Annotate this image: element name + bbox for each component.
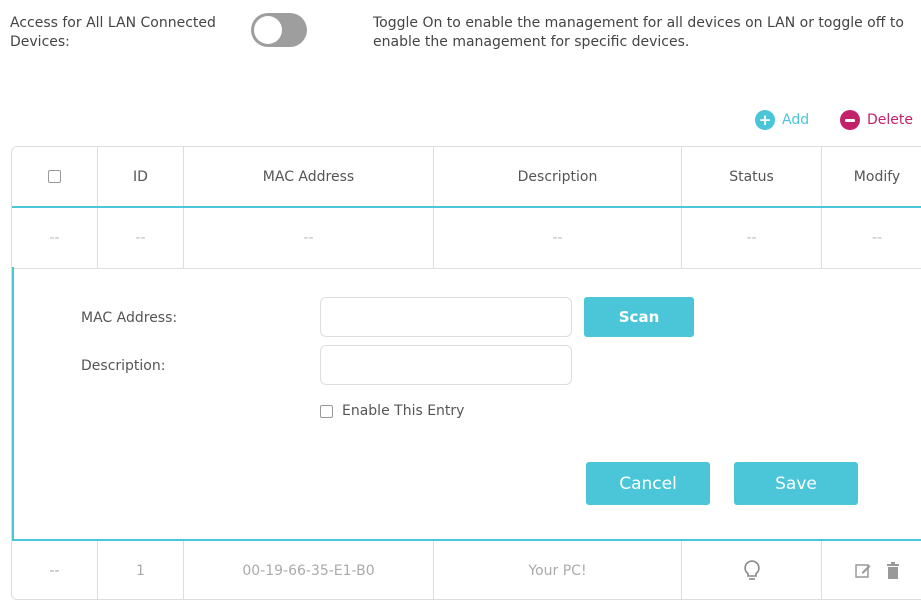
row-mac: 00-19-66-35-E1-B0 [184, 541, 434, 599]
save-button[interactable]: Save [734, 462, 858, 505]
trash-icon[interactable] [886, 562, 900, 580]
add-label: Add [782, 112, 810, 128]
table-cell: -- [434, 208, 682, 268]
enable-entry-label: Enable This Entry [342, 403, 465, 419]
bulb-icon [743, 559, 761, 583]
delete-button[interactable]: Delete [840, 110, 913, 130]
column-header: Status [682, 147, 822, 206]
enable-entry-checkbox[interactable] [320, 404, 333, 418]
select-all-cell [12, 147, 98, 206]
description-label: Description: [81, 358, 166, 374]
column-header: ID [98, 147, 184, 206]
row-modify [822, 541, 921, 599]
minus-icon [840, 110, 860, 130]
edit-icon[interactable] [854, 562, 872, 580]
cancel-button[interactable]: Cancel [586, 462, 710, 505]
enable-entry[interactable]: Enable This Entry [320, 403, 464, 419]
mac-address-label: MAC Address: [81, 310, 178, 326]
lan-access-toggle[interactable] [251, 13, 307, 47]
table-cell: -- [98, 208, 184, 268]
plus-icon: + [755, 110, 775, 130]
delete-label: Delete [867, 112, 913, 128]
row-id: 1 [98, 541, 184, 599]
table-cell: -- [184, 208, 434, 268]
table-cell: -- [871, 230, 883, 246]
table-cell: -- [682, 208, 822, 268]
column-header: MAC Address [184, 147, 434, 206]
device-table: ID MAC Address Description Status Modify… [11, 146, 921, 600]
select-all-checkbox[interactable] [48, 170, 61, 183]
toggle-description: Toggle On to enable the management for a… [373, 15, 904, 50]
add-button[interactable]: + Add [755, 110, 809, 130]
mac-address-input[interactable] [320, 297, 572, 337]
table-header: ID MAC Address Description Status Modify [12, 147, 921, 206]
toggle-knob [254, 16, 282, 44]
row-status [682, 541, 822, 599]
row-check-cell: -- [12, 541, 98, 599]
description-input[interactable] [320, 345, 572, 385]
column-header: Modify [853, 168, 901, 185]
scan-button[interactable]: Scan [584, 297, 694, 337]
editor-left-border [12, 267, 14, 539]
lan-access-toggle-label: Access for All LAN Connected Devices: [10, 15, 216, 50]
row-description: Your PC! [434, 541, 682, 599]
table-row: -- 1 00-19-66-35-E1-B0 Your PC! [12, 539, 921, 599]
column-header: Description [434, 147, 682, 206]
table-row: -- -- -- -- -- -- [12, 206, 921, 269]
table-cell: -- [12, 208, 98, 268]
